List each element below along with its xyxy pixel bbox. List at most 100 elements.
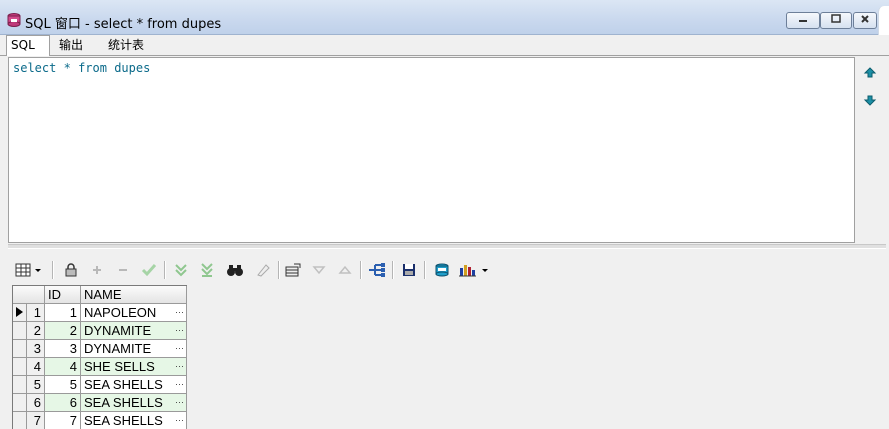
ellipsis-icon[interactable]: ··· xyxy=(175,412,184,429)
toolbar-separator xyxy=(164,261,166,279)
cell-id[interactable]: 6 xyxy=(45,394,81,412)
ellipsis-icon[interactable]: ··· xyxy=(175,358,184,375)
table-row[interactable]: 2 2 DYNAMITE ··· xyxy=(13,322,187,340)
sql-editor[interactable]: select * from dupes xyxy=(8,57,855,243)
row-indicator xyxy=(13,376,27,394)
row-number: 3 xyxy=(27,340,45,358)
close-button[interactable] xyxy=(853,12,877,29)
tab-output[interactable]: 输出 xyxy=(55,36,101,55)
table-row[interactable]: 7 7 SEA SHELLS ··· xyxy=(13,412,187,429)
ellipsis-icon[interactable]: ··· xyxy=(175,304,184,321)
clear-filter-icon[interactable] xyxy=(252,259,274,281)
row-number: 1 xyxy=(27,304,45,322)
last-page-icon[interactable] xyxy=(196,259,218,281)
toolbar-separator xyxy=(278,261,280,279)
ellipsis-icon[interactable]: ··· xyxy=(175,340,184,357)
toolbar-separator xyxy=(360,261,362,279)
sort-down-icon[interactable] xyxy=(308,259,330,281)
toolbar-separator xyxy=(424,261,426,279)
row-number: 6 xyxy=(27,394,45,412)
binoculars-icon[interactable] xyxy=(224,259,246,281)
title-bar: SQL 窗口 - select * from dupes xyxy=(0,0,889,35)
window-title: SQL 窗口 - select * from dupes xyxy=(25,17,222,32)
cell-name-text: SHE SELLS xyxy=(84,359,155,374)
maximize-button[interactable] xyxy=(820,12,852,29)
grid-view-dropdown-icon[interactable] xyxy=(14,259,44,281)
minimize-icon xyxy=(799,20,807,22)
tab-bar: SQL 输出 统计表 xyxy=(0,35,889,56)
cell-id[interactable]: 2 xyxy=(45,322,81,340)
toolbar-separator xyxy=(52,261,54,279)
column-header-id[interactable]: ID xyxy=(45,286,81,304)
splitter[interactable] xyxy=(8,244,886,249)
column-header-name[interactable]: NAME xyxy=(81,286,187,304)
cell-name-text: SEA SHELLS xyxy=(84,377,163,392)
connections-icon[interactable] xyxy=(366,259,388,281)
ellipsis-icon[interactable]: ··· xyxy=(175,322,184,339)
cell-id[interactable]: 1 xyxy=(45,304,81,322)
grid-corner xyxy=(13,286,45,304)
column-header-name-label: NAME xyxy=(84,287,122,302)
row-number: 5 xyxy=(27,376,45,394)
cell-name[interactable]: DYNAMITE ··· xyxy=(81,322,187,340)
arrow-down-icon[interactable] xyxy=(862,92,878,108)
export-icon[interactable] xyxy=(432,259,454,281)
sql-star: * xyxy=(63,61,71,75)
current-row-indicator xyxy=(13,304,27,322)
cell-name[interactable]: SEA SHELLS ··· xyxy=(81,376,187,394)
add-record-icon[interactable] xyxy=(86,259,108,281)
column-header-id-label: ID xyxy=(48,287,61,302)
table-row[interactable]: 6 6 SEA SHELLS ··· xyxy=(13,394,187,412)
table-row[interactable]: 3 3 DYNAMITE ··· xyxy=(13,340,187,358)
cell-name-text: NAPOLEON xyxy=(84,305,157,320)
sql-table-name: dupes xyxy=(114,61,151,75)
cell-name-text: DYNAMITE xyxy=(84,323,152,338)
cell-id[interactable]: 4 xyxy=(45,358,81,376)
grid-header-row: ID NAME xyxy=(13,286,187,304)
row-indicator xyxy=(13,322,27,340)
row-indicator xyxy=(13,358,27,376)
minimize-button[interactable] xyxy=(786,12,820,29)
maximize-icon xyxy=(831,14,841,23)
toolbar-separator xyxy=(392,261,394,279)
ellipsis-icon[interactable]: ··· xyxy=(175,394,184,411)
cell-id[interactable]: 5 xyxy=(45,376,81,394)
table-row[interactable]: 1 1 NAPOLEON ··· xyxy=(13,304,187,322)
cell-name[interactable]: SHE SELLS ··· xyxy=(81,358,187,376)
tab-statistics[interactable]: 统计表 xyxy=(104,36,152,55)
cell-id[interactable]: 7 xyxy=(45,412,81,429)
sql-keyword-from: from xyxy=(78,61,107,75)
editor-side-toolbar xyxy=(856,57,886,243)
result-grid[interactable]: ID NAME 1 1 NAPOLEON ··· 2 2 DYNAMITE ··· … xyxy=(12,285,187,429)
chart-dropdown-icon[interactable] xyxy=(458,259,492,281)
arrow-up-icon[interactable] xyxy=(862,65,878,81)
cell-name[interactable]: SEA SHELLS ··· xyxy=(81,412,187,429)
table-row[interactable]: 4 4 SHE SELLS ··· xyxy=(13,358,187,376)
post-changes-icon[interactable] xyxy=(138,259,160,281)
lock-icon[interactable] xyxy=(60,259,82,281)
result-toolbar xyxy=(12,259,512,281)
cell-name-text: DYNAMITE xyxy=(84,341,152,356)
next-page-icon[interactable] xyxy=(170,259,192,281)
row-indicator xyxy=(13,340,27,358)
cell-name-text: SEA SHELLS xyxy=(84,413,163,428)
row-number: 4 xyxy=(27,358,45,376)
query-by-example-icon[interactable] xyxy=(282,259,304,281)
cell-name[interactable]: NAPOLEON ··· xyxy=(81,304,187,322)
delete-record-icon[interactable] xyxy=(112,259,134,281)
row-number: 7 xyxy=(27,412,45,429)
cell-id[interactable]: 3 xyxy=(45,340,81,358)
sort-up-icon[interactable] xyxy=(334,259,356,281)
sql-keyword-select: select xyxy=(13,61,57,75)
row-number: 2 xyxy=(27,322,45,340)
table-row[interactable]: 5 5 SEA SHELLS ··· xyxy=(13,376,187,394)
row-indicator xyxy=(13,394,27,412)
sql-window-icon xyxy=(6,12,22,28)
ellipsis-icon[interactable]: ··· xyxy=(175,376,184,393)
cell-name[interactable]: SEA SHELLS ··· xyxy=(81,394,187,412)
save-icon[interactable] xyxy=(398,259,420,281)
tab-sql[interactable]: SQL xyxy=(6,35,50,56)
cell-name[interactable]: DYNAMITE ··· xyxy=(81,340,187,358)
cell-name-text: SEA SHELLS xyxy=(84,395,163,410)
sql-text: select * from dupes xyxy=(13,61,150,75)
